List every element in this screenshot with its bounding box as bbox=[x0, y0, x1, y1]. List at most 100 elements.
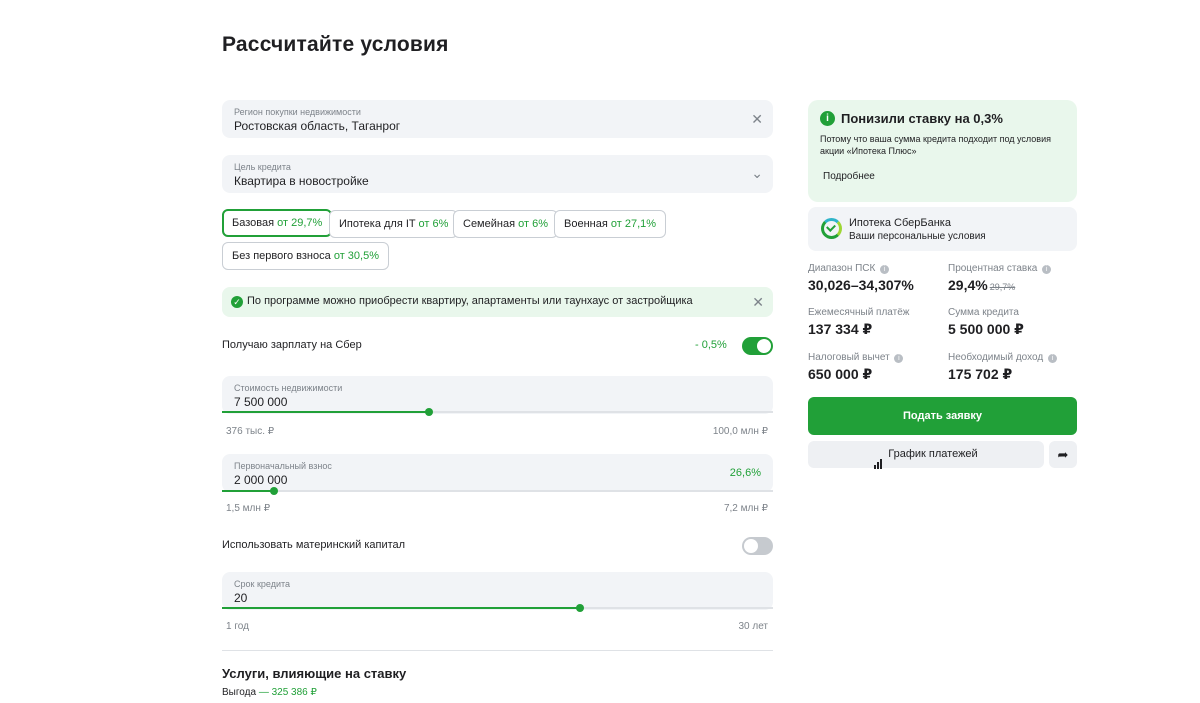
promo-card: i Понизили ставку на 0,3% Потому что ваш… bbox=[808, 100, 1077, 202]
apply-button[interactable]: Подать заявку bbox=[808, 397, 1077, 435]
metric-loan-amount: Сумма кредита 5 500 000 ₽ bbox=[948, 307, 1024, 338]
metric-tax-deduction: Налоговый вычет i 650 000 ₽ bbox=[808, 352, 904, 383]
region-field-value: Ростовская область, Таганрог bbox=[234, 119, 401, 133]
sber-logo-icon bbox=[821, 218, 842, 239]
program-chip-military[interactable]: Военная от 27,1% bbox=[554, 210, 667, 238]
metric-value: 29,4% bbox=[948, 277, 988, 293]
bar-chart-icon bbox=[874, 442, 883, 469]
metric-value: 175 702 ₽ bbox=[948, 366, 1013, 382]
program-chip-rate: от 27,1% bbox=[610, 218, 657, 230]
property-cost-value: 7 500 000 bbox=[234, 395, 288, 409]
close-icon[interactable]: ✕ bbox=[751, 112, 763, 126]
payment-schedule-button[interactable]: График платежей bbox=[808, 441, 1044, 469]
program-notice: ✓ По программе можно приобрести квартиру… bbox=[222, 287, 773, 317]
region-field-label: Регион покупки недвижимости bbox=[234, 107, 361, 117]
down-payment-max: 7,2 млн ₽ bbox=[723, 503, 768, 514]
program-chip-rate: от 29,7% bbox=[277, 217, 323, 229]
info-icon[interactable]: i bbox=[1042, 265, 1052, 274]
metric-label: Ежемесячный платёж bbox=[808, 307, 910, 318]
program-chip-rate: от 6% bbox=[418, 218, 449, 230]
program-chip-family[interactable]: Семейная от 6% bbox=[453, 210, 558, 238]
close-icon[interactable]: ✕ bbox=[752, 294, 764, 311]
down-payment-value: 2 000 000 bbox=[234, 473, 288, 487]
product-subtitle: Ваши персональные условия bbox=[849, 231, 986, 242]
metric-label: Налоговый вычет bbox=[808, 352, 890, 363]
share-icon: ➦ bbox=[1057, 447, 1069, 462]
promo-title: Понизили ставку на 0,3% bbox=[841, 111, 1003, 126]
services-title: Услуги, влияющие на ставку bbox=[222, 666, 407, 681]
program-chip-name: Семейная bbox=[463, 218, 516, 230]
slider-thumb[interactable] bbox=[425, 408, 434, 416]
term-min: 1 год bbox=[226, 621, 249, 632]
program-chip-name: Без первого взноса bbox=[232, 250, 331, 262]
benefit-value: — 325 386 ₽ bbox=[258, 687, 317, 698]
slider-thumb[interactable] bbox=[270, 487, 279, 495]
metric-value: 137 334 ₽ bbox=[808, 321, 873, 337]
program-chip-name: Ипотека для IT bbox=[339, 218, 416, 230]
program-chip-it[interactable]: Ипотека для IT от 6% bbox=[329, 210, 459, 238]
down-payment-min: 1,5 млн ₽ bbox=[226, 503, 271, 514]
term-field[interactable]: Срок кредита 20 bbox=[222, 572, 773, 610]
notice-text: По программе можно приобрести квартиру, … bbox=[247, 295, 693, 307]
down-payment-label: Первоначальный взнос bbox=[234, 461, 332, 471]
info-icon[interactable]: i bbox=[894, 354, 904, 363]
toggle-knob bbox=[757, 339, 771, 353]
purpose-select-label: Цель кредита bbox=[234, 162, 291, 172]
chevron-down-icon[interactable]: ⌄ bbox=[751, 166, 763, 180]
program-chip-rate: от 30,5% bbox=[333, 250, 379, 262]
region-field[interactable]: Регион покупки недвижимости Ростовская о… bbox=[222, 100, 773, 138]
metric-rate: Процентная ставка i 29,4% 29,7% bbox=[948, 263, 1052, 293]
metric-old-value: 29,7% bbox=[989, 282, 1016, 292]
metric-value: 650 000 ₽ bbox=[808, 366, 873, 382]
payment-schedule-label: График платежей bbox=[888, 448, 978, 460]
divider bbox=[222, 650, 773, 651]
program-chip-no-down-payment[interactable]: Без первого взноса от 30,5% bbox=[222, 242, 389, 270]
info-icon: i bbox=[820, 111, 835, 126]
promo-text: Потому что ваша сумма кредита подходит п… bbox=[820, 134, 1051, 156]
metric-required-income: Необходимый доход i 175 702 ₽ bbox=[948, 352, 1057, 383]
maternity-capital-label: Использовать материнский капитал bbox=[222, 539, 406, 551]
property-cost-max: 100,0 млн ₽ bbox=[712, 426, 768, 437]
slider-fill bbox=[222, 411, 430, 413]
slider-fill bbox=[222, 490, 275, 492]
property-cost-label: Стоимость недвижимости bbox=[234, 383, 343, 393]
purpose-select[interactable]: Цель кредита Квартира в новостройке ⌄ bbox=[222, 155, 773, 193]
term-value: 20 bbox=[234, 591, 248, 605]
info-icon[interactable]: i bbox=[880, 265, 890, 274]
salary-discount: - 0,5% bbox=[695, 339, 727, 351]
check-icon: ✓ bbox=[231, 296, 243, 308]
metric-monthly-payment: Ежемесячный платёж 137 334 ₽ bbox=[808, 307, 909, 338]
program-chip-name: Базовая bbox=[232, 217, 275, 229]
program-chip-base[interactable]: Базовая от 29,7% bbox=[222, 209, 333, 237]
info-icon[interactable]: i bbox=[1047, 354, 1057, 363]
down-payment-slider[interactable] bbox=[222, 487, 773, 495]
term-max: 30 лет bbox=[738, 621, 768, 632]
down-payment-percent: 26,6% bbox=[729, 467, 761, 479]
down-payment-field[interactable]: Первоначальный взнос 2 000 000 26,6% bbox=[222, 454, 773, 492]
metric-value: 5 500 000 ₽ bbox=[948, 321, 1024, 337]
metric-label: Процентная ставка bbox=[948, 263, 1038, 274]
metric-value: 30,026–34,307% bbox=[808, 277, 914, 293]
metric-psk: Диапазон ПСК i 30,026–34,307% bbox=[808, 263, 914, 293]
slider-fill bbox=[222, 607, 581, 609]
salary-label: Получаю зарплату на Сбер bbox=[222, 339, 362, 351]
program-chip-rate: от 6% bbox=[518, 218, 548, 230]
promo-more-link[interactable]: Подробнее bbox=[823, 171, 875, 182]
property-cost-field[interactable]: Стоимость недвижимости 7 500 000 bbox=[222, 376, 773, 414]
term-slider[interactable] bbox=[222, 604, 773, 612]
metric-label: Диапазон ПСК bbox=[808, 263, 876, 274]
property-cost-slider[interactable] bbox=[222, 408, 773, 416]
purpose-select-value: Квартира в новостройке bbox=[234, 174, 369, 188]
metric-label: Необходимый доход bbox=[948, 352, 1044, 363]
salary-toggle[interactable] bbox=[742, 337, 773, 355]
metric-label: Сумма кредита bbox=[948, 307, 1019, 318]
share-button[interactable]: ➦ bbox=[1049, 441, 1077, 468]
services-benefit: Выгода — 325 386 ₽ bbox=[222, 687, 317, 698]
toggle-knob bbox=[744, 539, 758, 553]
benefit-label: Выгода bbox=[222, 687, 257, 698]
maternity-capital-toggle[interactable] bbox=[742, 537, 773, 555]
term-label: Срок кредита bbox=[234, 579, 291, 589]
slider-thumb[interactable] bbox=[576, 604, 585, 612]
page-title: Рассчитайте условия bbox=[222, 33, 449, 56]
product-card: Ипотека СберБанка Ваши персональные усло… bbox=[808, 207, 1077, 251]
